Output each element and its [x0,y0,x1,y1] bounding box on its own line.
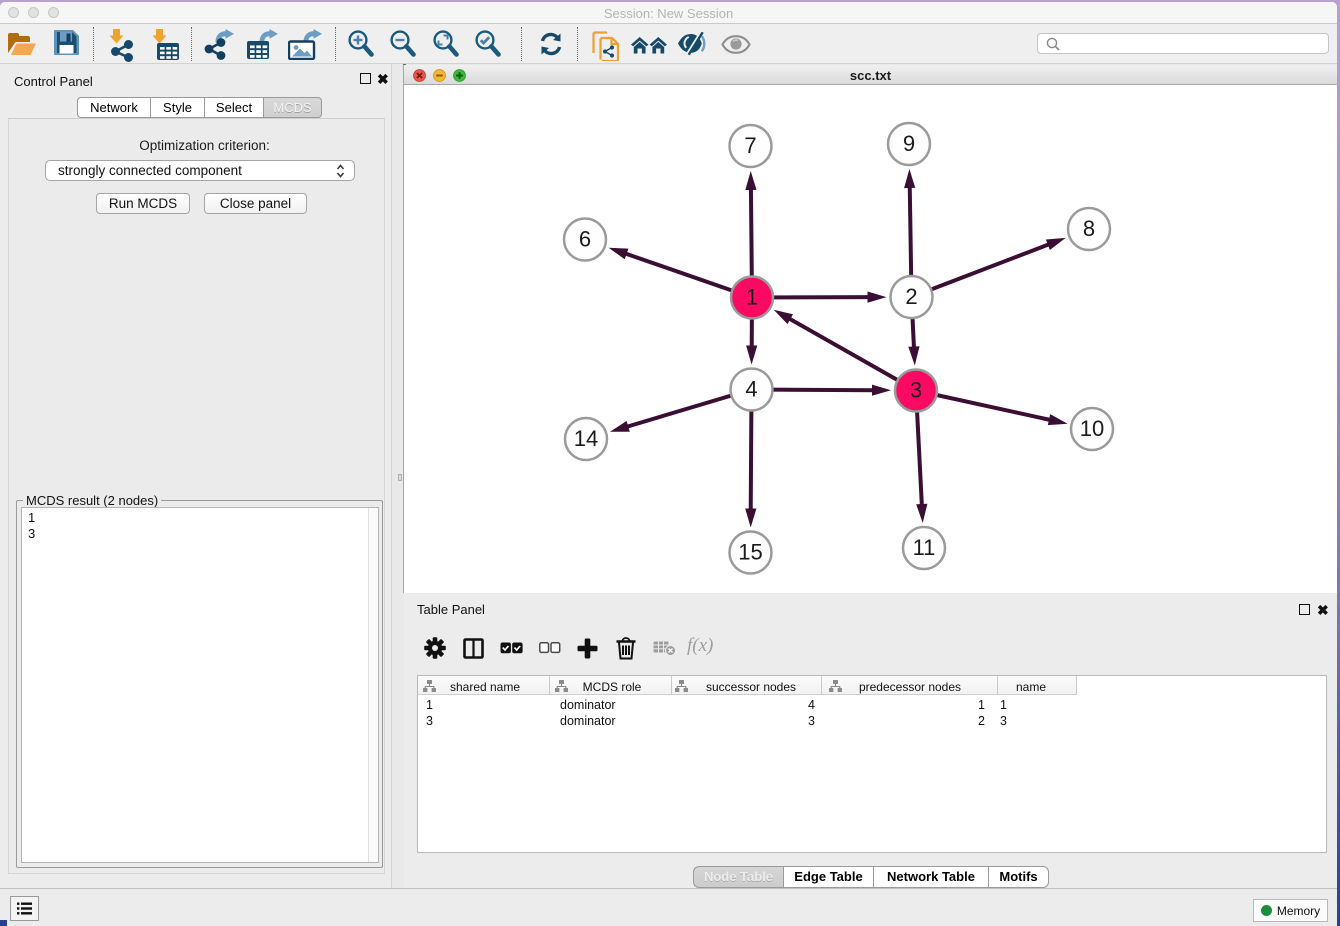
svg-text:9: 9 [902,131,914,156]
svg-text:2: 2 [905,284,917,309]
svg-text:10: 10 [1079,416,1103,441]
svg-text:3: 3 [909,378,921,403]
svg-text:15: 15 [738,540,762,565]
svg-text:11: 11 [912,535,935,560]
svg-text:8: 8 [1082,216,1094,241]
svg-text:1: 1 [745,285,757,310]
svg-text:7: 7 [744,133,756,158]
svg-text:4: 4 [745,377,757,402]
svg-text:14: 14 [573,426,597,451]
svg-text:6: 6 [578,227,590,252]
